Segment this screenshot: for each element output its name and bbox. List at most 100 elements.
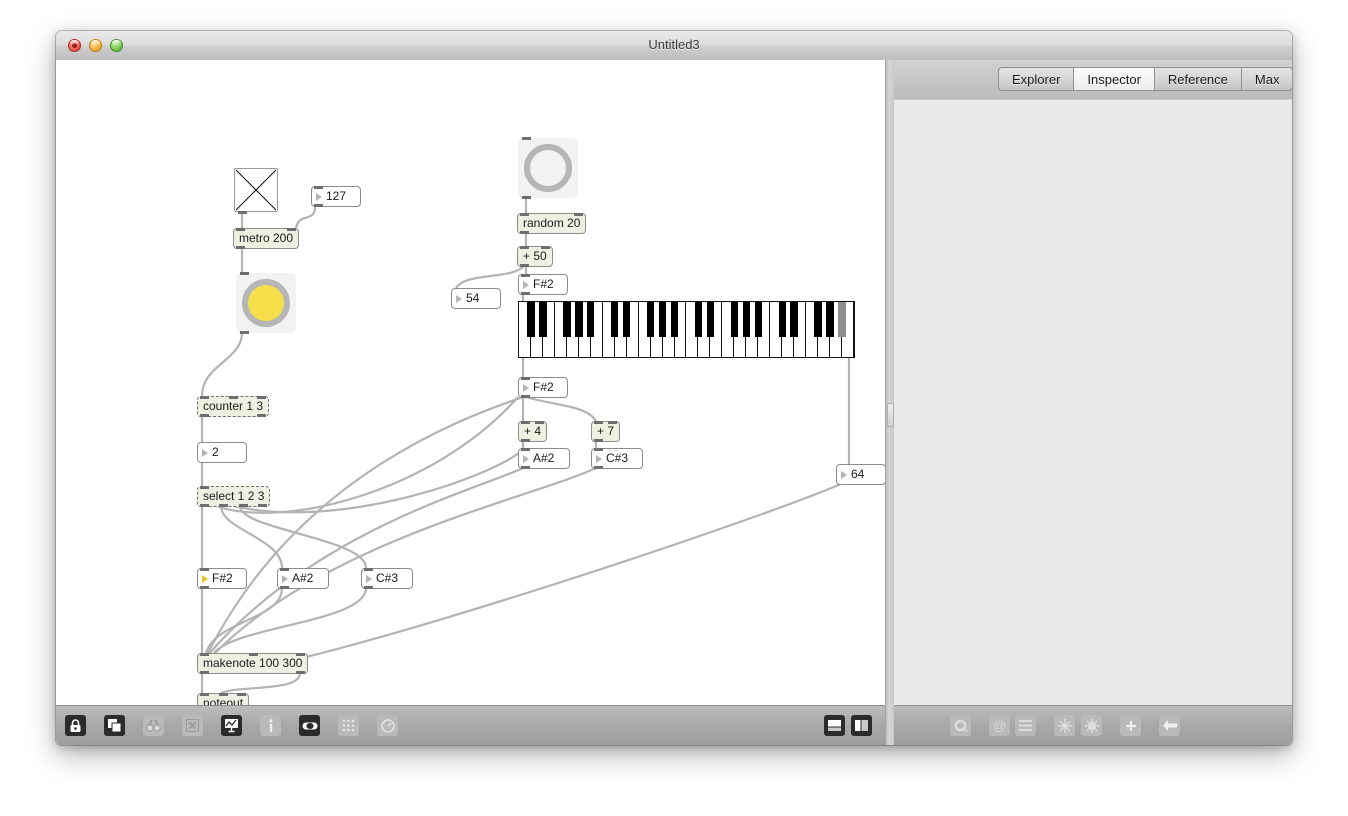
- message-label: C#3: [606, 451, 629, 465]
- inspector-content[interactable]: [894, 99, 1292, 706]
- tab-inspector[interactable]: Inspector: [1074, 67, 1155, 91]
- sidebar-pane: Explorer Inspector Reference Max @: [894, 60, 1292, 745]
- black-key[interactable]: [658, 302, 667, 337]
- object-plus-50[interactable]: + 50: [517, 246, 553, 267]
- black-key[interactable]: [563, 302, 571, 337]
- object-counter[interactable]: counter 1 3: [197, 396, 270, 417]
- object-label: + 4: [524, 424, 542, 438]
- patcher-canvas[interactable]: 127 metro 200 counter 1 3 2 select 1 2 3…: [56, 60, 885, 706]
- side-pane-icon[interactable]: [851, 715, 872, 736]
- black-key[interactable]: [611, 302, 619, 337]
- black-key[interactable]: [527, 302, 535, 337]
- number-value: 54: [466, 291, 480, 305]
- object-select[interactable]: select 1 2 3: [197, 486, 271, 507]
- patcher-toolbar: [56, 705, 885, 745]
- sidebar-toolbar: @: [894, 705, 1292, 745]
- gear-icon: [950, 715, 971, 736]
- message-triangle-icon: [316, 192, 322, 201]
- window-body: 127 metro 200 counter 1 3 2 select 1 2 3…: [56, 60, 1292, 745]
- signal-scope-icon[interactable]: [221, 715, 242, 736]
- black-key[interactable]: [730, 302, 739, 337]
- black-key[interactable]: [646, 302, 655, 337]
- bang-circle-icon: [242, 279, 290, 327]
- black-key[interactable]: [575, 302, 583, 337]
- tab-label: Explorer: [1012, 72, 1061, 87]
- lock-icon[interactable]: [65, 715, 86, 736]
- debug-icon: [377, 715, 398, 736]
- object-makenote[interactable]: makenote 100 300: [197, 653, 309, 674]
- message-label: A#2: [533, 451, 555, 465]
- object-plus-4[interactable]: + 4: [518, 421, 548, 442]
- message-triangle-icon: [523, 383, 529, 392]
- number-box-64[interactable]: 64: [836, 464, 885, 485]
- number-value: 2: [212, 445, 219, 459]
- black-key[interactable]: [539, 302, 547, 337]
- message-triangle-icon: [523, 280, 529, 289]
- bang-circle-icon: [524, 144, 572, 192]
- list-icon: [1015, 715, 1036, 736]
- toggle-object[interactable]: [234, 168, 278, 214]
- message-box-fsharp2-left[interactable]: F#2: [197, 568, 247, 589]
- binoculars-icon: [143, 715, 164, 736]
- number-triangle-icon: [202, 448, 208, 457]
- message-box-127[interactable]: 127: [311, 186, 361, 207]
- patcher-window: Untitled3 127 metro 200 counter 1 3 2 se…: [56, 31, 1292, 745]
- black-key[interactable]: [742, 302, 751, 337]
- screen: Untitled3 127 metro 200 counter 1 3 2 se…: [0, 0, 1348, 816]
- kslider-keyboard[interactable]: [518, 301, 855, 358]
- black-key[interactable]: [754, 302, 762, 337]
- message-box-csharp3-mid[interactable]: C#3: [591, 448, 643, 469]
- message-triangle-icon: [202, 574, 208, 583]
- number-value: 64: [851, 467, 865, 481]
- black-key[interactable]: [814, 302, 822, 337]
- message-box-csharp3-left[interactable]: C#3: [361, 568, 413, 589]
- object-plus-7[interactable]: + 7: [591, 421, 621, 442]
- tab-explorer[interactable]: Explorer: [998, 67, 1075, 91]
- message-triangle-icon: [596, 454, 602, 463]
- number-box-2[interactable]: 2: [197, 442, 247, 463]
- object-random[interactable]: random 20: [517, 213, 587, 234]
- message-box-fsharp2-top[interactable]: F#2: [518, 274, 568, 295]
- message-label: C#3: [376, 571, 399, 585]
- message-box-fsharp2-mid[interactable]: F#2: [518, 377, 568, 398]
- black-key[interactable]: [706, 302, 715, 337]
- black-key[interactable]: [826, 302, 834, 337]
- object-label: random 20: [523, 216, 581, 230]
- black-key[interactable]: [622, 302, 631, 337]
- window-titlebar[interactable]: Untitled3: [56, 31, 1292, 61]
- sidebar-tabs: Explorer Inspector Reference Max: [998, 67, 1292, 91]
- object-label: metro 200: [239, 231, 294, 245]
- plus-icon: [1120, 715, 1141, 736]
- sidebar-tabbar: Explorer Inspector Reference Max: [894, 60, 1292, 100]
- bang-object-lit[interactable]: [236, 272, 296, 334]
- at-sign-icon: @: [989, 715, 1010, 736]
- message-triangle-icon: [282, 574, 288, 583]
- message-triangle-icon: [366, 574, 372, 583]
- info-icon: [260, 715, 281, 736]
- tab-reference[interactable]: Reference: [1154, 67, 1242, 91]
- window-title: Untitled3: [648, 37, 700, 52]
- object-palette-icon[interactable]: [299, 715, 320, 736]
- black-key[interactable]: [670, 302, 679, 337]
- black-key[interactable]: [838, 302, 846, 337]
- object-label: makenote 100 300: [203, 656, 303, 670]
- presentation-icon[interactable]: [104, 715, 125, 736]
- object-metro[interactable]: metro 200: [233, 228, 300, 249]
- black-key[interactable]: [778, 302, 786, 337]
- bang-object-unlit[interactable]: [518, 137, 578, 199]
- bottom-pane-icon[interactable]: [824, 715, 845, 736]
- message-box-asharp2-left[interactable]: A#2: [277, 568, 329, 589]
- snowflake-icon: [1054, 715, 1075, 736]
- number-triangle-icon: [841, 470, 847, 479]
- black-key[interactable]: [790, 302, 798, 337]
- message-triangle-icon: [523, 454, 529, 463]
- black-key[interactable]: [694, 302, 703, 337]
- tab-max[interactable]: Max: [1241, 67, 1292, 91]
- message-box-asharp2-mid[interactable]: A#2: [518, 448, 570, 469]
- black-key[interactable]: [587, 302, 595, 337]
- sun-icon: [1081, 715, 1102, 736]
- message-label: F#2: [533, 380, 554, 394]
- number-box-54[interactable]: 54: [451, 288, 501, 309]
- object-label: counter 1 3: [203, 399, 264, 413]
- splitter-grip[interactable]: [887, 403, 894, 427]
